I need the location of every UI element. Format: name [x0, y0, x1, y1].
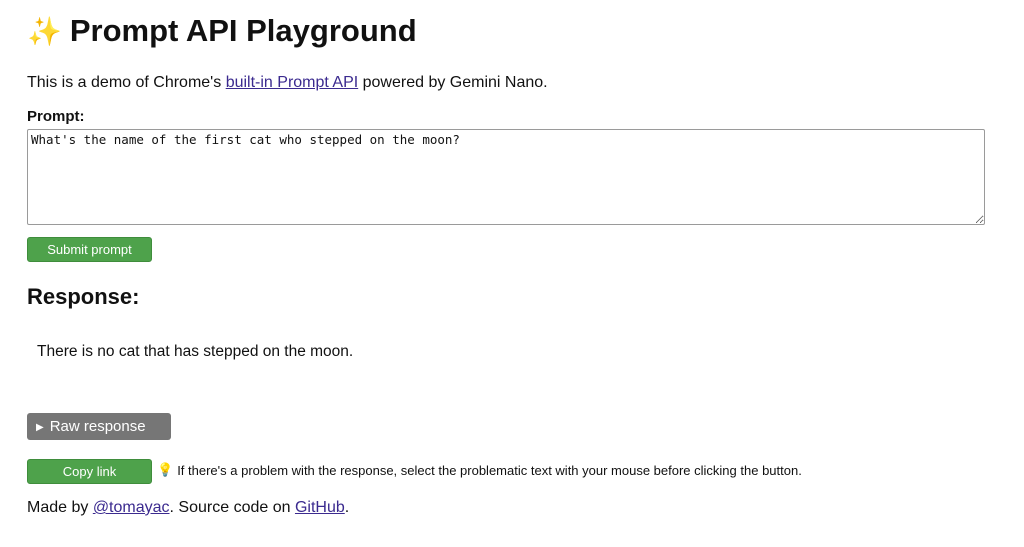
prompt-api-link[interactable]: built-in Prompt API: [226, 74, 359, 91]
sparkles-icon: ✨: [27, 15, 62, 47]
page-title: ✨ Prompt API Playground: [27, 13, 417, 49]
copy-hint: 💡 If there's a problem with the response…: [157, 462, 802, 478]
footer-middle: . Source code on: [169, 499, 295, 516]
prompt-textarea[interactable]: [27, 129, 985, 225]
copy-link-button[interactable]: Copy link: [27, 459, 152, 484]
intro-prefix: This is a demo of Chrome's: [27, 74, 226, 91]
page-title-text: Prompt API Playground: [69, 13, 417, 48]
prompt-label: Prompt:: [27, 108, 85, 125]
footer: Made by @tomayac. Source code on GitHub.: [27, 499, 349, 517]
lightbulb-icon: 💡: [157, 462, 174, 477]
author-link[interactable]: @tomayac: [93, 499, 170, 516]
response-heading: Response:: [27, 284, 140, 309]
intro-text: This is a demo of Chrome's built-in Prom…: [27, 74, 548, 92]
response-text: There is no cat that has stepped on the …: [37, 343, 354, 360]
github-link[interactable]: GitHub: [295, 499, 345, 516]
intro-suffix: powered by Gemini Nano.: [358, 74, 548, 91]
submit-prompt-button[interactable]: Submit prompt: [27, 237, 152, 262]
triangle-right-icon: ▶: [36, 422, 44, 433]
footer-prefix: Made by: [27, 499, 93, 516]
raw-response-toggle[interactable]: ▶ Raw response: [27, 413, 171, 440]
footer-suffix: .: [344, 499, 350, 516]
raw-response-label: Raw response: [49, 418, 146, 435]
copy-hint-text: If there's a problem with the response, …: [177, 462, 802, 478]
